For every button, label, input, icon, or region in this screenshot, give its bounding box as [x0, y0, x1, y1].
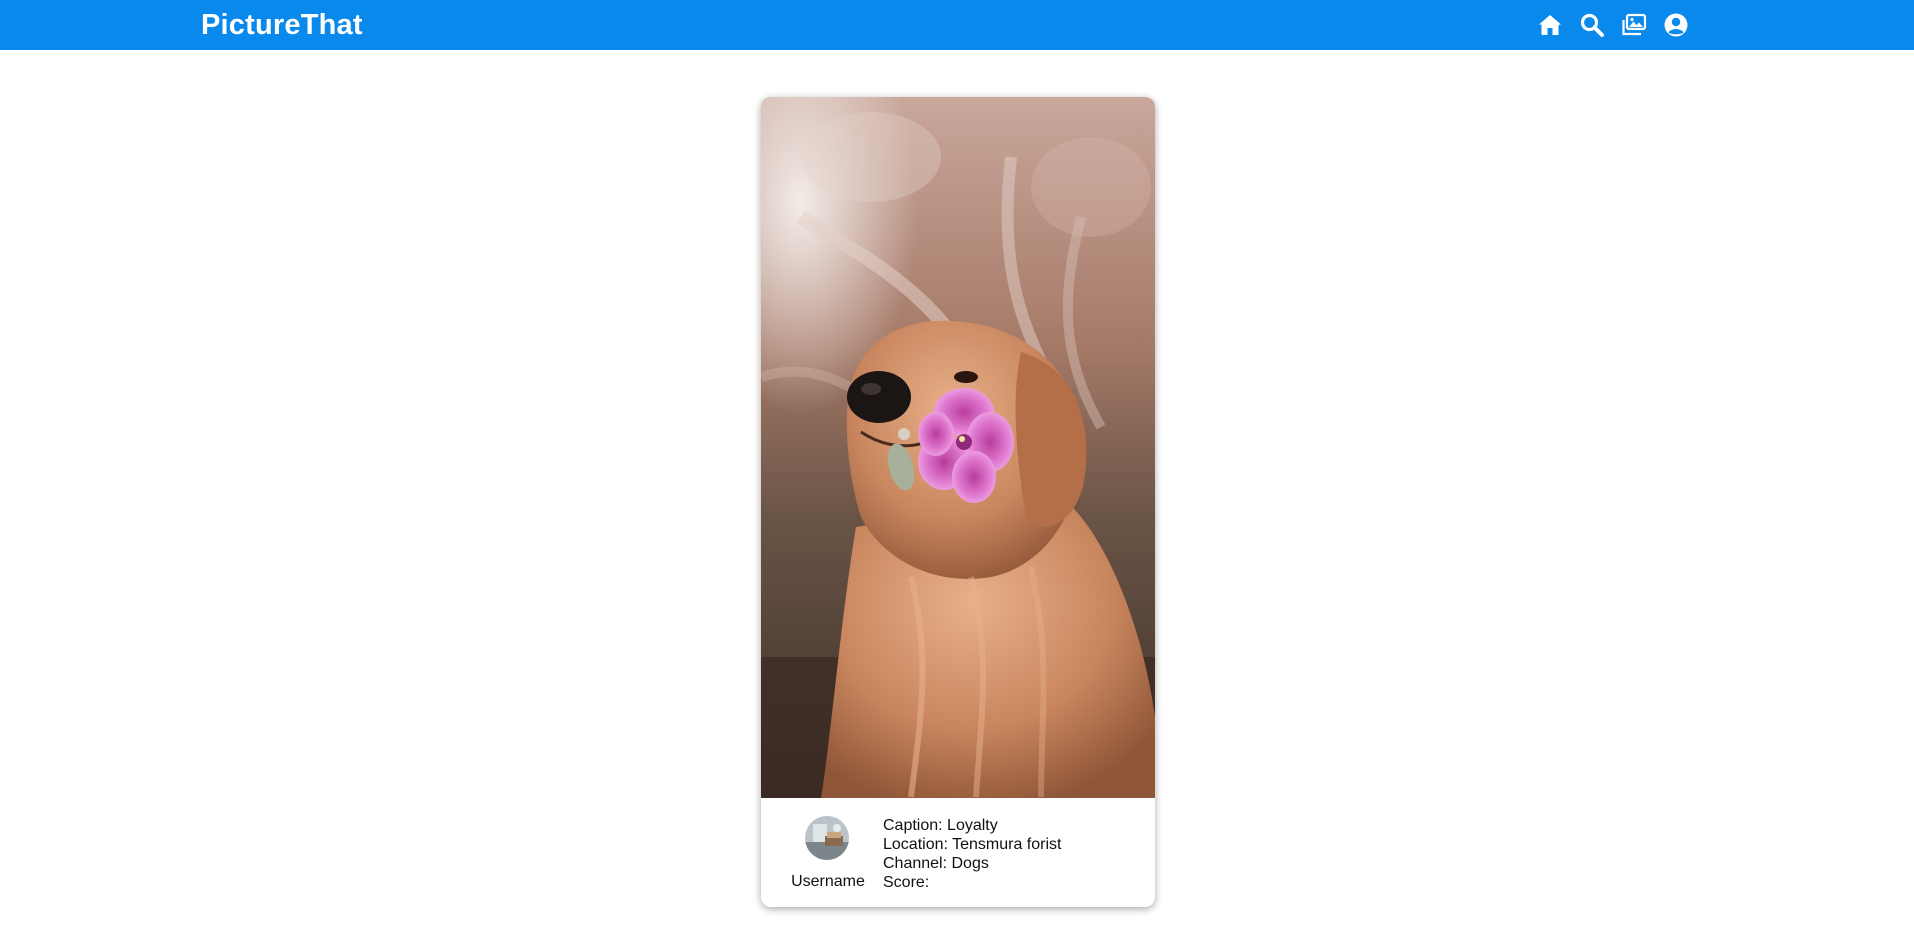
location-text: Location: Tensmura forist — [883, 836, 1062, 853]
post-details: Caption: Loyalty Location: Tensmura fori… — [883, 816, 1061, 892]
caption-text: Caption: Loyalty — [883, 817, 998, 834]
top-navbar: PictureThat — [0, 0, 1914, 50]
post-info: Username Caption: Loyalty Location: Tens… — [761, 798, 1155, 907]
user-avatar[interactable] — [805, 816, 849, 860]
channel-text: Channel: Dogs — [883, 855, 989, 872]
search-icon[interactable] — [1579, 12, 1605, 38]
account-icon[interactable] — [1663, 12, 1689, 38]
brand-logo[interactable]: PictureThat — [201, 8, 363, 42]
home-icon[interactable] — [1537, 12, 1563, 38]
post-card[interactable]: Username Caption: Loyalty Location: Tens… — [761, 97, 1155, 907]
username-label[interactable]: Username — [781, 873, 875, 891]
gallery-icon[interactable] — [1621, 12, 1647, 38]
score-text: Score: — [883, 874, 930, 891]
nav-icon-group — [1537, 12, 1689, 38]
post-photo[interactable] — [761, 97, 1155, 798]
